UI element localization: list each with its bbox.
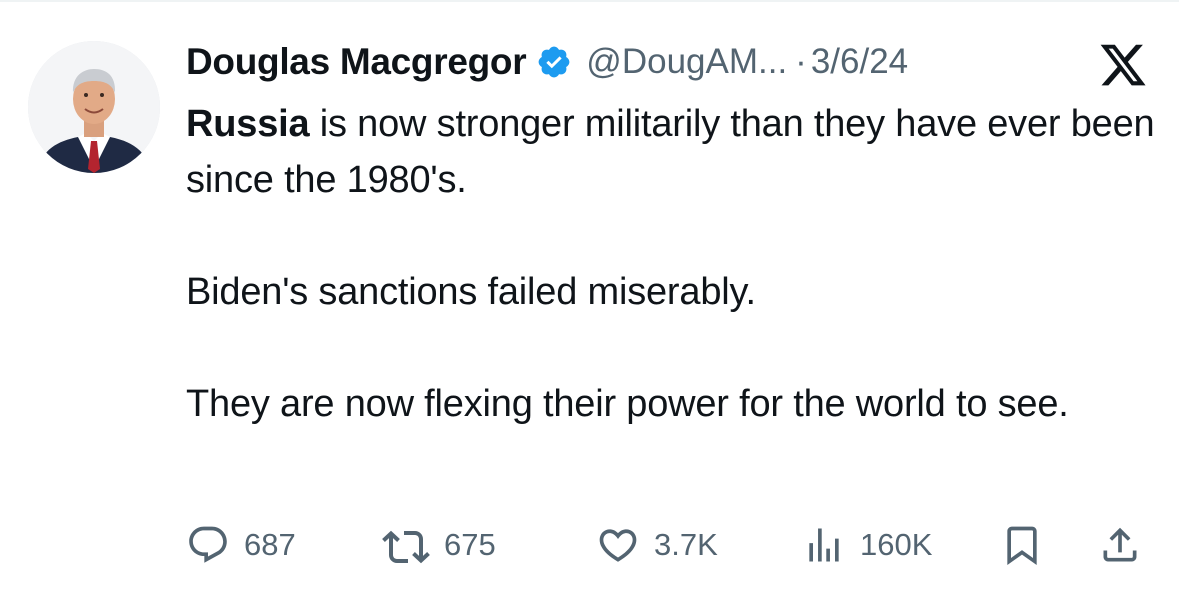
share-button[interactable]: [1098, 520, 1142, 570]
retweet-icon: [382, 530, 430, 564]
author-handle[interactable]: @DougAM...: [586, 42, 787, 82]
views-chart-icon: [809, 528, 839, 562]
retweet-count: 675: [444, 527, 496, 562]
bold-keyword: Russia: [186, 103, 310, 145]
x-logo-icon: [1098, 40, 1148, 90]
tweet-date[interactable]: 3/6/24: [811, 42, 908, 82]
reply-count: 687: [244, 527, 296, 562]
share-icon: [1103, 527, 1137, 562]
tweet-paragraph-2: Biden's sanctions failed miserably.: [186, 271, 756, 313]
tweet-text: Russia is now stronger militarily than t…: [186, 96, 1161, 432]
bookmark-icon: [1007, 526, 1037, 566]
reply-icon: [189, 526, 227, 563]
verified-badge-icon: [536, 44, 572, 80]
avatar[interactable]: [28, 41, 160, 173]
paragraph-1-text: is now stronger militarily than they hav…: [186, 103, 1155, 201]
tweet-paragraph-1: Russia is now stronger militarily than t…: [186, 96, 1161, 208]
like-count: 3.7K: [654, 527, 718, 562]
action-bar: 687 675 3.7K 160K: [186, 520, 1148, 570]
top-divider: [0, 0, 1179, 2]
author-name[interactable]: Douglas Macgregor: [186, 41, 527, 83]
tweet-header: Douglas Macgregor @DougAM... · 3/6/24: [186, 36, 1146, 88]
tweet-card: Douglas Macgregor @DougAM... · 3/6/24 Ru…: [0, 0, 1179, 600]
reply-button[interactable]: 687: [186, 520, 296, 570]
bookmark-button[interactable]: [1000, 520, 1044, 570]
like-button[interactable]: 3.7K: [596, 520, 718, 570]
views-button[interactable]: 160K: [802, 520, 932, 570]
retweet-button[interactable]: 675: [382, 520, 496, 570]
tweet-paragraph-3: They are now flexing their power for the…: [186, 383, 1069, 425]
views-count: 160K: [860, 527, 933, 562]
separator-dot: ·: [795, 42, 807, 81]
heart-icon: [599, 529, 637, 562]
avatar-image: [28, 41, 160, 173]
